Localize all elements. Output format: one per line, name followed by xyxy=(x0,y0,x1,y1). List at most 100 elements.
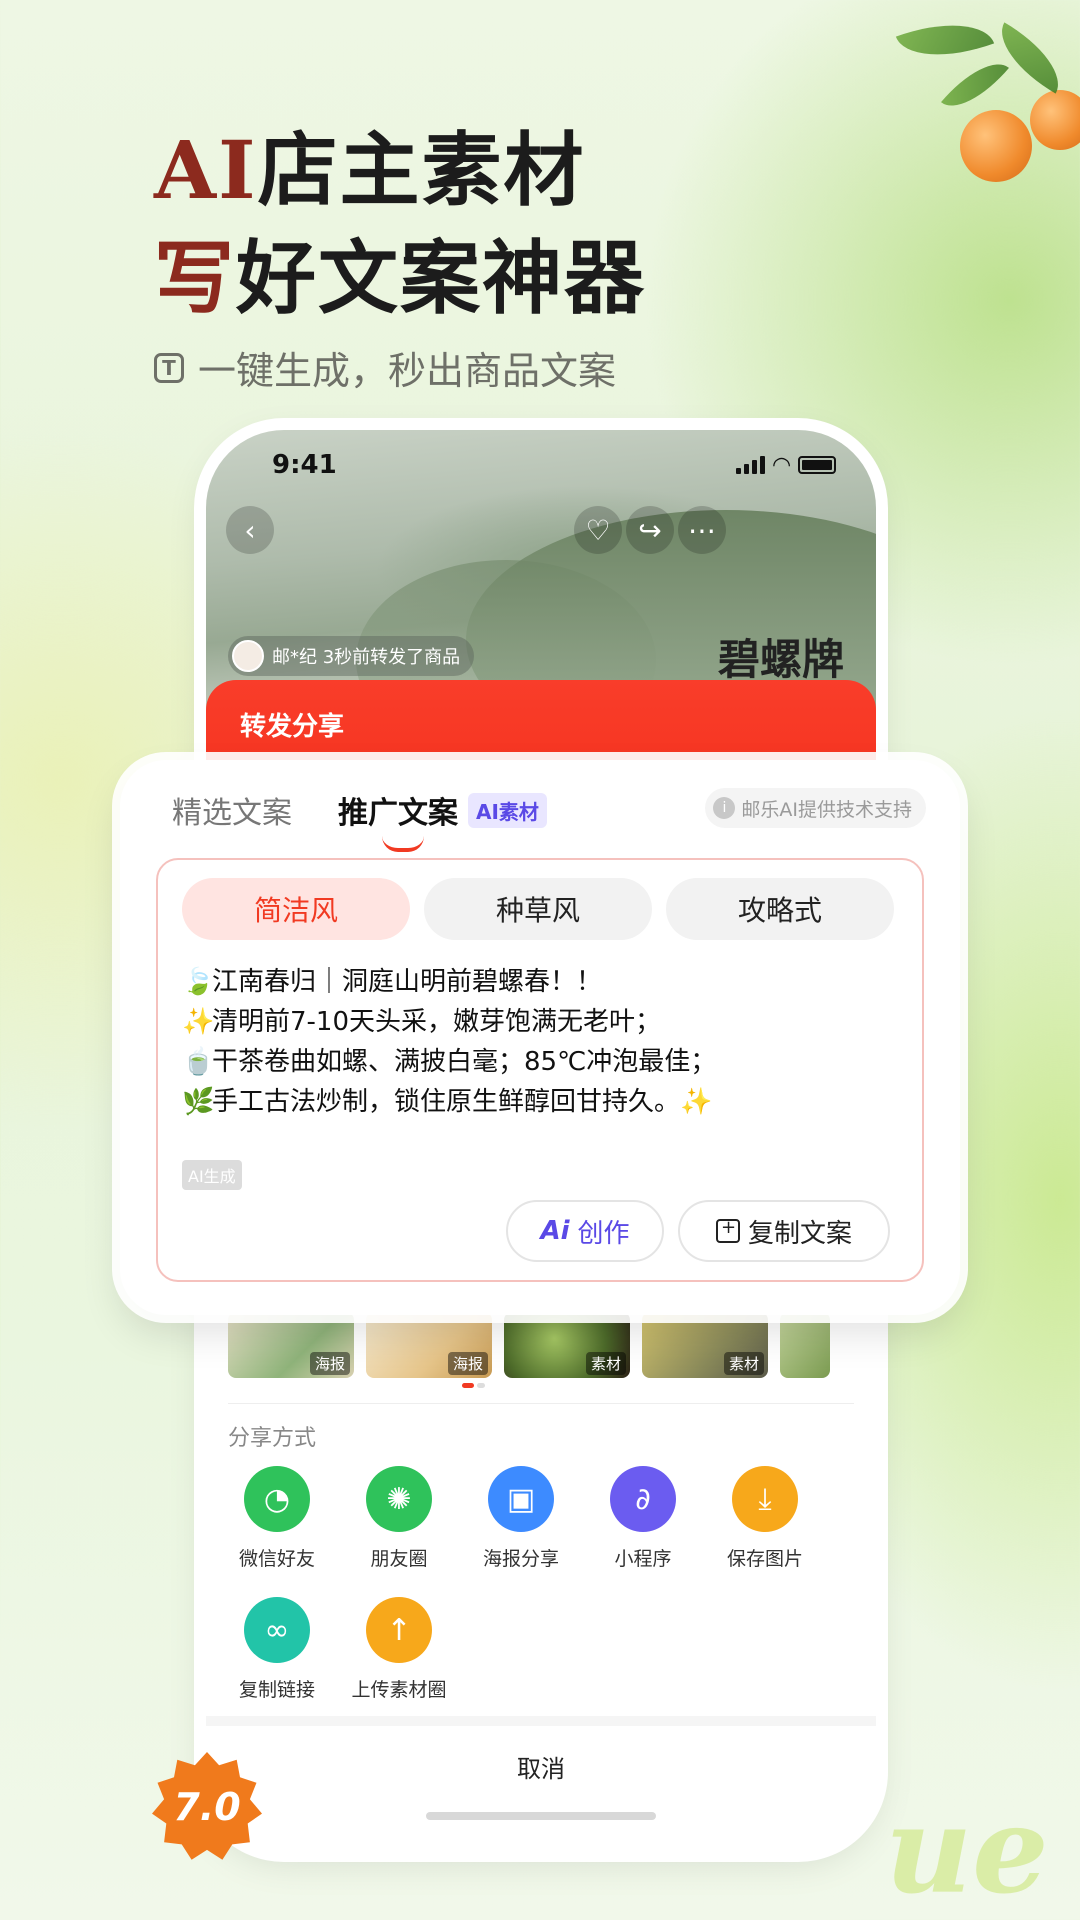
cancel-button[interactable]: 取消 xyxy=(206,1726,876,1806)
divider xyxy=(206,1716,876,1726)
status-bar: 9:41 ◠ xyxy=(206,430,876,500)
text-icon: T xyxy=(154,352,184,383)
hero-subtitle-text: 一键生成，秒出商品文案 xyxy=(198,349,617,393)
heart-icon: ♡ xyxy=(585,513,611,547)
share-sheet-title: 转发分享 xyxy=(240,712,345,742)
share-mini-program[interactable]: ∂ 小程序 xyxy=(582,1466,704,1571)
battery-icon xyxy=(798,456,836,474)
download-icon: ⤓ xyxy=(732,1466,798,1532)
poster-icon: ▣ xyxy=(488,1466,554,1532)
thumbnail-tag: 海报 xyxy=(447,1352,488,1375)
hero-title-line2-first: 写 xyxy=(154,231,236,325)
ai-create-button[interactable]: Ai 创作 xyxy=(506,1200,664,1262)
copy-line: 🍵干茶卷曲如螺、满披白毫；85℃冲泡最佳； xyxy=(182,1042,716,1082)
copy-line: 🍃江南春归｜洞庭山明前碧螺春！！ xyxy=(182,962,716,1002)
thumbnail[interactable]: 素材 xyxy=(642,1312,768,1378)
share-wechat-friend[interactable]: ◔ 微信好友 xyxy=(216,1466,338,1571)
share-button[interactable]: ↪ xyxy=(626,506,674,554)
copy-line-text: 江南春归｜洞庭山明前碧螺春！！ xyxy=(212,967,603,997)
hero-title-line1: 店主素材 xyxy=(257,123,586,217)
share-copy-link[interactable]: ∞ 复制链接 xyxy=(216,1597,338,1702)
home-indicator xyxy=(426,1812,656,1820)
share-label: 小程序 xyxy=(614,1548,672,1570)
share-upload-material[interactable]: ↑ 上传素材圈 xyxy=(338,1597,460,1702)
favorite-button[interactable]: ♡ xyxy=(574,506,622,554)
powered-by-chip: i 邮乐AI提供技术支持 xyxy=(705,788,926,828)
thumbnail-tag: 海报 xyxy=(309,1352,350,1375)
share-label: 朋友圈 xyxy=(370,1548,428,1570)
share-label: 微信好友 xyxy=(238,1548,315,1570)
brand-logo: 碧螺牌 xyxy=(717,635,844,684)
moments-icon: ✺ xyxy=(366,1466,432,1532)
sparkle-icon: ✨ xyxy=(182,1007,215,1037)
thumbnail[interactable]: 海报 xyxy=(228,1312,354,1378)
info-icon: i xyxy=(713,797,736,819)
thumbnail-tag: 素材 xyxy=(585,1352,626,1375)
share-arrow-icon: ↪ xyxy=(638,513,662,547)
style-guide[interactable]: 攻略式 xyxy=(666,878,894,940)
hero-title-ai: AI xyxy=(154,123,258,217)
divider xyxy=(228,1403,854,1404)
share-methods-grid: ◔ 微信好友 ✺ 朋友圈 ▣ 海报分享 ∂ 小程序 ⤓ 保存图片 ∞ 复制链接 ↑ 上传素材圈 xyxy=(216,1466,856,1702)
signal-icon xyxy=(736,456,766,474)
share-save-image[interactable]: ⤓ 保存图片 xyxy=(704,1466,826,1571)
upload-icon: ↑ xyxy=(366,1597,432,1663)
copy-line-text: 干茶卷曲如螺、满披白毫；85℃冲泡最佳； xyxy=(212,1047,717,1077)
material-thumbnails: 海报 海报 素材 素材 xyxy=(228,1312,830,1378)
ai-icon: Ai xyxy=(540,1216,570,1246)
tab-promo-copy[interactable]: 推广文案 xyxy=(338,788,458,852)
copywriting-card: 精选文案 推广文案 AI素材 i 邮乐AI提供技术支持 简洁风 种草风 攻略式 … xyxy=(120,760,960,1315)
share-label: 保存图片 xyxy=(726,1548,803,1570)
version-badge: 7.0 xyxy=(152,1752,262,1862)
more-button[interactable]: ⋯ xyxy=(678,506,726,554)
hero-title: AI店主素材 写好文案神器 xyxy=(154,116,646,332)
forward-notice-text: 邮*纪 3秒前转发了商品 xyxy=(272,647,461,668)
tab-selected-copy[interactable]: 精选文案 xyxy=(172,788,292,832)
mini-program-icon: ∂ xyxy=(610,1466,676,1532)
share-poster[interactable]: ▣ 海报分享 xyxy=(460,1466,582,1571)
leaf-decoration xyxy=(895,5,995,75)
avatar xyxy=(232,640,264,672)
more-icon: ⋯ xyxy=(688,513,716,547)
copy-text-button[interactable]: 复制文案 xyxy=(678,1200,890,1262)
wifi-icon: ◠ xyxy=(773,452,790,478)
share-label: 海报分享 xyxy=(482,1548,559,1570)
generated-copy: 🍃江南春归｜洞庭山明前碧螺春！！ ✨清明前7-10天头采，嫩芽饱满无老叶； 🍵干… xyxy=(182,962,716,1122)
ai-create-label: 创作 xyxy=(577,1218,630,1249)
share-label: 复制链接 xyxy=(238,1679,315,1701)
hero-title-line2: 好文案神器 xyxy=(236,231,646,325)
back-button[interactable]: ‹ xyxy=(226,506,274,554)
copy-line: 🌿手工古法炒制，锁住原生鲜醇回甘持久。✨ xyxy=(182,1082,716,1122)
style-concise[interactable]: 简洁风 xyxy=(182,878,410,940)
status-time: 9:41 xyxy=(272,450,337,480)
ai-generated-tag: AI生成 xyxy=(182,1160,242,1190)
carousel-dots xyxy=(462,1383,485,1388)
share-label: 上传素材圈 xyxy=(351,1679,447,1701)
thumbnail[interactable] xyxy=(780,1312,830,1378)
thumbnail[interactable]: 海报 xyxy=(366,1312,492,1378)
copy-tabs: 精选文案 推广文案 AI素材 xyxy=(172,788,547,852)
orange-fruit-decoration xyxy=(1030,90,1080,150)
share-methods-title: 分享方式 xyxy=(228,1426,317,1451)
thumbnail[interactable]: 素材 xyxy=(504,1312,630,1378)
ue-watermark: ue xyxy=(885,1780,1049,1920)
link-icon: ∞ xyxy=(244,1597,310,1663)
copy-text-label: 复制文案 xyxy=(747,1218,852,1249)
status-icons: ◠ xyxy=(736,453,836,478)
style-recommend[interactable]: 种草风 xyxy=(424,878,652,940)
copy-line: ✨清明前7-10天头采，嫩芽饱满无老叶； xyxy=(182,1002,716,1042)
forward-notice: 邮*纪 3秒前转发了商品 xyxy=(228,636,475,676)
leaf-decoration xyxy=(986,22,1074,94)
version-number: 7.0 xyxy=(173,1785,241,1829)
hero-subtitle: T 一键生成，秒出商品文案 xyxy=(154,340,616,395)
copy-panel: 简洁风 种草风 攻略式 🍃江南春归｜洞庭山明前碧螺春！！ ✨清明前7-10天头采… xyxy=(156,858,924,1282)
powered-by-text: 邮乐AI提供技术支持 xyxy=(741,798,912,821)
copy-icon xyxy=(715,1217,740,1243)
herb-icon: 🌿 xyxy=(182,1087,215,1117)
style-selector: 简洁风 种草风 攻略式 xyxy=(182,878,894,940)
thumbnail-tag: 素材 xyxy=(723,1352,764,1375)
copy-line-text: 手工古法炒制，锁住原生鲜醇回甘持久。✨ xyxy=(212,1087,713,1117)
leaf-icon: 🍃 xyxy=(182,967,215,997)
tea-icon: 🍵 xyxy=(182,1047,215,1077)
share-moments[interactable]: ✺ 朋友圈 xyxy=(338,1466,460,1571)
